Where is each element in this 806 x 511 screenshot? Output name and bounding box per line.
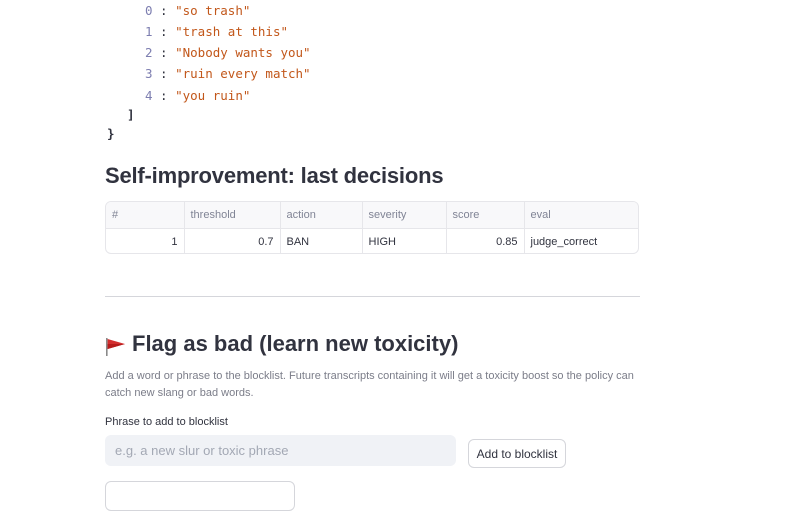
column-header-action[interactable]: action <box>280 202 363 229</box>
json-item-value: "ruin every match" <box>175 66 311 81</box>
red-flag-icon <box>105 334 127 356</box>
add-to-blocklist-button[interactable]: Add to blocklist <box>468 439 566 468</box>
json-item: 0 : "so trash" <box>145 3 251 18</box>
json-item: 3 : "ruin every match" <box>145 66 311 81</box>
flag-title: Flag as bad (learn new toxicity) <box>105 328 458 360</box>
flag-title-text: Flag as bad (learn new toxicity) <box>132 331 459 356</box>
section-divider <box>105 296 640 297</box>
json-item-index: 2 <box>145 45 153 60</box>
json-close-brace[interactable]: } <box>107 125 115 143</box>
json-item: 1 : "trash at this" <box>145 24 288 39</box>
column-header-severity[interactable]: severity <box>362 202 447 229</box>
json-item-value: "Nobody wants you" <box>175 45 311 60</box>
json-item-value: "trash at this" <box>175 24 288 39</box>
cell-action[interactable]: BAN <box>280 228 363 253</box>
table-row: 1 0.7 BAN HIGH 0.85 judge_correct <box>106 228 638 254</box>
column-header-threshold[interactable]: threshold <box>184 202 281 229</box>
json-item: 2 : "Nobody wants you" <box>145 45 311 60</box>
decisions-table[interactable]: # threshold action severity score eval 1… <box>105 201 639 254</box>
json-item-index: 3 <box>145 66 153 81</box>
cell-severity[interactable]: HIGH <box>362 228 447 253</box>
cell-score[interactable]: 0.85 <box>446 228 525 253</box>
json-item-value: "so trash" <box>175 3 251 18</box>
json-item-index: 4 <box>145 88 153 103</box>
cell-index[interactable]: 1 <box>106 228 185 253</box>
json-item-value: "you ruin" <box>175 88 251 103</box>
json-item-index: 1 <box>145 24 153 39</box>
table-header-row: # threshold action severity score eval <box>106 202 638 229</box>
cell-threshold[interactable]: 0.7 <box>184 228 281 253</box>
phrase-field-label: Phrase to add to blocklist <box>105 416 228 428</box>
next-button-partial[interactable] <box>105 481 295 511</box>
column-header-score[interactable]: score <box>446 202 525 229</box>
decisions-title: Self-improvement: last decisions <box>105 163 444 188</box>
json-item: 4 : "you ruin" <box>145 88 251 103</box>
cell-eval[interactable]: judge_correct <box>524 229 638 254</box>
column-header-index[interactable]: # <box>106 202 185 229</box>
json-item-index: 0 <box>145 3 153 18</box>
column-header-eval[interactable]: eval <box>524 202 638 229</box>
json-close-bracket[interactable]: ] <box>127 106 135 124</box>
flag-description: Add a word or phrase to the blocklist. F… <box>105 370 634 399</box>
phrase-input[interactable] <box>105 435 456 466</box>
